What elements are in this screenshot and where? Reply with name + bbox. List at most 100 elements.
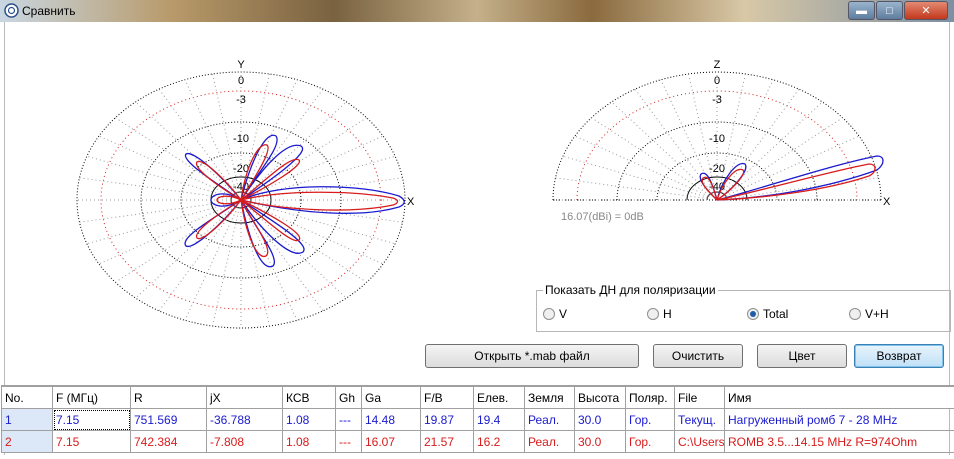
radio-h[interactable]: H	[647, 307, 672, 321]
grid-spoke	[98, 135, 233, 197]
grid-spoke	[184, 79, 239, 193]
app-icon	[4, 3, 19, 18]
grid-spoke	[86, 202, 232, 245]
grid-spoke	[135, 101, 235, 195]
radio-v[interactable]: V	[543, 307, 567, 321]
minimize-button[interactable]: ▬	[848, 1, 875, 20]
gain-reference: 16.07(dBi) = 0dB	[561, 211, 644, 223]
azimuth-plot: Y X 0 -3 -10 -20 -40	[76, 59, 415, 329]
table-cell[interactable]: 21.57	[420, 430, 474, 453]
table-cell[interactable]: 2	[1, 430, 53, 453]
ring-label-10-right: -10	[709, 133, 725, 145]
table-row[interactable]: 1 7.15 751.569 -36.788 1.08 --- 14.48 19.87 19.4…	[1, 408, 954, 431]
column-header[interactable]: Елев.	[473, 386, 525, 409]
grid-spoke	[250, 200, 403, 223]
column-header[interactable]: Gh	[335, 386, 362, 409]
table-cell[interactable]: Реал.	[524, 408, 575, 431]
table-cell[interactable]: Гор.	[625, 430, 675, 453]
column-header[interactable]: Земля	[524, 386, 575, 409]
clear-button[interactable]: Очистить	[653, 344, 743, 368]
column-header[interactable]: F/B	[420, 386, 474, 409]
table-cell[interactable]: 1.08	[282, 430, 336, 453]
ring-label-0-right: 0	[714, 75, 720, 87]
table-cell[interactable]: 19.87	[420, 408, 474, 431]
table-cell[interactable]: 1.08	[282, 408, 336, 431]
z-axis-label: Z	[714, 59, 721, 71]
grid-spoke	[184, 207, 239, 321]
grid-spoke	[158, 206, 237, 312]
table-cell[interactable]: Реал.	[524, 430, 575, 453]
table-cell[interactable]: C:\Users	[674, 430, 725, 453]
column-header[interactable]: jX	[206, 386, 283, 409]
radio-h-indicator	[647, 308, 659, 320]
results-table: No. F (МГц) RjX КСВ Gh Ga F/B Елев. Земля Высота П…	[1, 385, 954, 459]
grid-spoke	[562, 155, 708, 198]
column-header[interactable]: Имя	[724, 386, 954, 409]
polarization-legend: Показать ДН для поляризации	[543, 283, 718, 297]
ring-label-10: -10	[233, 133, 249, 145]
grid-spoke	[158, 88, 237, 194]
title-bar: Сравнить ▬ □ ✕	[0, 0, 954, 22]
radio-h-label: H	[663, 307, 672, 321]
column-header[interactable]: R	[130, 386, 207, 409]
table-cell[interactable]: ---	[335, 430, 362, 453]
table-cell[interactable]: Нагруженный ромб 7 - 28 MHz	[724, 408, 954, 431]
elevation-plot: Z X 0 -3 -10 -20 -40 16.07(dBi) = 0dB	[552, 59, 891, 223]
column-header[interactable]: Высота	[574, 386, 626, 409]
table-cell[interactable]: 7.15	[52, 430, 131, 453]
grid-spoke	[212, 207, 240, 327]
grid-spoke	[591, 117, 710, 196]
maximize-button[interactable]: □	[876, 1, 903, 20]
grid-spoke	[247, 101, 347, 195]
table-cell[interactable]: 16.07	[361, 430, 421, 453]
back-button[interactable]: Возврат	[854, 344, 944, 368]
radio-total-label: Total	[763, 307, 789, 321]
column-header[interactable]: КСВ	[282, 386, 336, 409]
table-cell[interactable]: Текущ.	[674, 408, 725, 431]
radio-vh-indicator	[849, 308, 861, 320]
ring-label-3-right: -3	[712, 94, 722, 106]
grid-spoke	[660, 79, 715, 193]
close-icon: ✕	[921, 5, 931, 17]
radio-total[interactable]: Total	[747, 307, 788, 321]
table-cell[interactable]: 30.0	[574, 408, 626, 431]
open-mab-file-button[interactable]: Открыть *.mab файл	[425, 344, 639, 368]
table-cell[interactable]: 751.569	[130, 408, 207, 431]
grid-spoke	[611, 101, 711, 195]
column-header[interactable]: File	[674, 386, 725, 409]
table-cell[interactable]: Гор.	[625, 408, 675, 431]
table-cell[interactable]: 16.2	[473, 430, 525, 453]
window-title: Сравнить	[22, 4, 76, 18]
compare-window-body: Y X 0 -3 -10 -20 -40 Z X 0 -3 -10 -20 -4…	[1, 22, 954, 455]
table-cell[interactable]: ROMB 3.5...14.15 MHz R=974Ohm	[724, 430, 954, 453]
table-cell[interactable]: -36.788	[206, 408, 283, 431]
ring-label-3: -3	[236, 94, 246, 106]
table-row[interactable]: 2 7.15 742.384 -7.808 1.08 --- 16.07 21.57 16.2 Р…	[1, 430, 954, 453]
ring-label-20-right: -20	[709, 163, 725, 175]
radio-total-indicator	[747, 308, 759, 320]
x-axis-label-right: X	[883, 196, 891, 208]
polarization-group: Показать ДН для поляризации V H Total V+…	[536, 283, 951, 332]
grid-spoke	[724, 117, 843, 196]
table-cell[interactable]: 19.4	[473, 408, 525, 431]
table-cell[interactable]: ---	[335, 408, 362, 431]
elevation-series-2	[701, 163, 876, 201]
grid-spoke	[721, 88, 800, 194]
column-header[interactable]: No.	[1, 386, 53, 409]
maximize-icon: □	[886, 4, 893, 17]
table-cell[interactable]: -7.808	[206, 430, 283, 453]
table-cell[interactable]: 14.48	[361, 408, 421, 431]
table-cell[interactable]: 30.0	[574, 430, 626, 453]
column-header[interactable]: Ga	[361, 386, 421, 409]
column-header[interactable]: Поляр.	[625, 386, 675, 409]
table-cell[interactable]: 1	[1, 408, 53, 431]
column-header[interactable]: F (МГц)	[52, 386, 131, 409]
close-button[interactable]: ✕	[904, 1, 948, 20]
radio-vh[interactable]: V+H	[849, 307, 889, 321]
table-cell[interactable]: 742.384	[130, 430, 207, 453]
minimize-icon: ▬	[856, 4, 867, 17]
color-button[interactable]: Цвет	[757, 344, 847, 368]
grid-spoke	[555, 177, 708, 200]
table-cell[interactable]: 7.15	[52, 408, 131, 431]
radio-v-label: V	[559, 307, 568, 321]
